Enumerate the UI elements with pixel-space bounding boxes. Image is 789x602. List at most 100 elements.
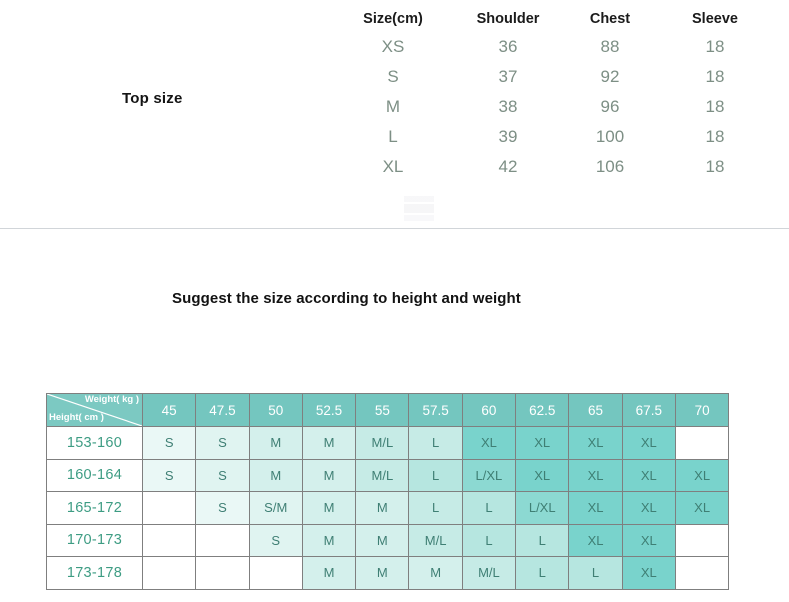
table-row: 170-173 S M M M/L L L XL XL [46,523,730,557]
top-header-chest: Chest [589,11,631,27]
cell-size: S [387,67,399,86]
matrix-size-cell [141,491,197,525]
matrix-height-label: 170-173 [46,523,143,557]
matrix-size-cell: L/XL [461,458,517,492]
matrix-size-cell: XL [515,426,570,460]
matrix-size-cell [141,556,197,590]
top-size-table-head: Size(cm) Shoulder Chest Sleeve [330,6,770,32]
matrix-size-cell: M [248,426,303,460]
matrix-size-cell: M/L [461,556,517,590]
faint-watermark-artifact [404,196,434,222]
matrix-size-cell: S [141,426,197,460]
matrix-size-cell: L [408,426,463,460]
matrix-weight-header: 70 [674,393,730,427]
matrix-size-cell [674,426,730,460]
cell-sleeve: 18 [705,37,725,56]
height-weight-matrix: Weight( kg ) Height( cm ) 45 47.5 50 52.… [46,393,730,590]
matrix-size-cell: M [301,556,357,590]
table-row: 153-160 S S M M M/L L XL XL XL XL [46,426,730,460]
matrix-size-cell: S [195,426,250,460]
matrix-size-cell [195,523,250,557]
matrix-size-cell [141,523,197,557]
matrix-size-cell: M/L [355,458,410,492]
matrix-weight-header: 45 [141,393,197,427]
matrix-size-cell: M/L [408,523,463,557]
cell-sleeve: 18 [705,157,725,176]
matrix-size-cell: XL [621,458,676,492]
cell-shoulder: 42 [498,157,518,176]
matrix-size-cell [674,523,730,557]
matrix-size-cell: M [301,523,357,557]
matrix-size-cell: L [568,556,623,590]
matrix-weight-header: 57.5 [408,393,463,427]
table-row: 173-178 M M M M/L L L XL [46,556,730,590]
matrix-weight-header: 65 [568,393,623,427]
matrix-weight-header: 62.5 [515,393,570,427]
matrix-size-cell: S [195,458,250,492]
matrix-size-cell: M [408,556,463,590]
cell-sleeve: 18 [705,97,725,116]
matrix-size-cell: XL [674,491,730,525]
matrix-size-cell: M [355,523,410,557]
matrix-size-cell: M [301,458,357,492]
top-size-table: Size(cm) Shoulder Chest Sleeve XS 36 88 … [330,6,770,182]
matrix-size-cell: L [408,491,463,525]
matrix-size-cell: XL [515,458,570,492]
matrix-size-cell: XL [568,426,623,460]
top-header-shoulder: Shoulder [476,11,540,27]
top-header-sleeve: Sleeve [692,11,738,27]
cell-sleeve: 18 [705,67,725,86]
matrix-size-cell: S/M [248,491,303,525]
matrix-head: Weight( kg ) Height( cm ) 45 47.5 50 52.… [46,393,730,427]
matrix-size-cell: XL [621,556,676,590]
matrix-size-cell [248,556,303,590]
suggestion-heading: Suggest the size according to height and… [172,290,521,307]
matrix-height-label: 165-172 [46,491,143,525]
table-row: 160-164 S S M M M/L L L/XL XL XL XL XL [46,458,730,492]
matrix-size-cell: XL [621,523,676,557]
matrix-size-cell [674,556,730,590]
matrix-size-cell: M [355,556,410,590]
cell-chest: 106 [595,157,625,176]
cell-size: M [385,97,401,116]
matrix-size-cell: L [461,523,517,557]
matrix-weight-header: 55 [355,393,410,427]
height-axis-label: Height( cm ) [49,412,104,423]
table-row: XL 42 106 18 [330,152,770,182]
matrix-size-cell: S [141,458,197,492]
cell-chest: 88 [600,37,620,56]
matrix-weight-header: 50 [248,393,303,427]
table-row: M 38 96 18 [330,92,770,122]
matrix-size-cell: L/XL [515,491,570,525]
cell-shoulder: 36 [498,37,518,56]
cell-chest: 100 [595,127,625,146]
table-row: 165-172 S S/M M M L L L/XL XL XL XL [46,491,730,525]
cell-shoulder: 39 [498,127,518,146]
matrix-size-cell: L [408,458,463,492]
cell-sleeve: 18 [705,127,725,146]
matrix-height-label: 173-178 [46,556,143,590]
matrix-size-cell: XL [621,491,676,525]
cell-chest: 96 [600,97,620,116]
weight-axis-label: Weight( kg ) [84,394,139,406]
matrix-size-cell: L [515,523,570,557]
matrix-size-cell: S [248,523,303,557]
matrix-corner-cell: Weight( kg ) Height( cm ) [46,393,143,427]
cell-shoulder: 37 [498,67,518,86]
top-size-section: Top size Size(cm) Shoulder Chest Sleeve … [0,0,789,228]
matrix-weight-header: 52.5 [301,393,357,427]
matrix-size-cell: XL [461,426,517,460]
table-row: S 37 92 18 [330,62,770,92]
table-row: XS 36 88 18 [330,32,770,62]
section-divider [0,228,789,229]
matrix-weight-header: 47.5 [195,393,250,427]
matrix-size-cell: XL [568,458,623,492]
cell-chest: 92 [600,67,620,86]
matrix-size-cell: M [301,426,357,460]
cell-shoulder: 38 [498,97,518,116]
matrix-height-label: 153-160 [46,426,143,460]
matrix-size-cell: M/L [355,426,410,460]
matrix-size-cell: XL [568,491,623,525]
matrix-size-cell: XL [568,523,623,557]
cell-size: XS [381,37,405,56]
